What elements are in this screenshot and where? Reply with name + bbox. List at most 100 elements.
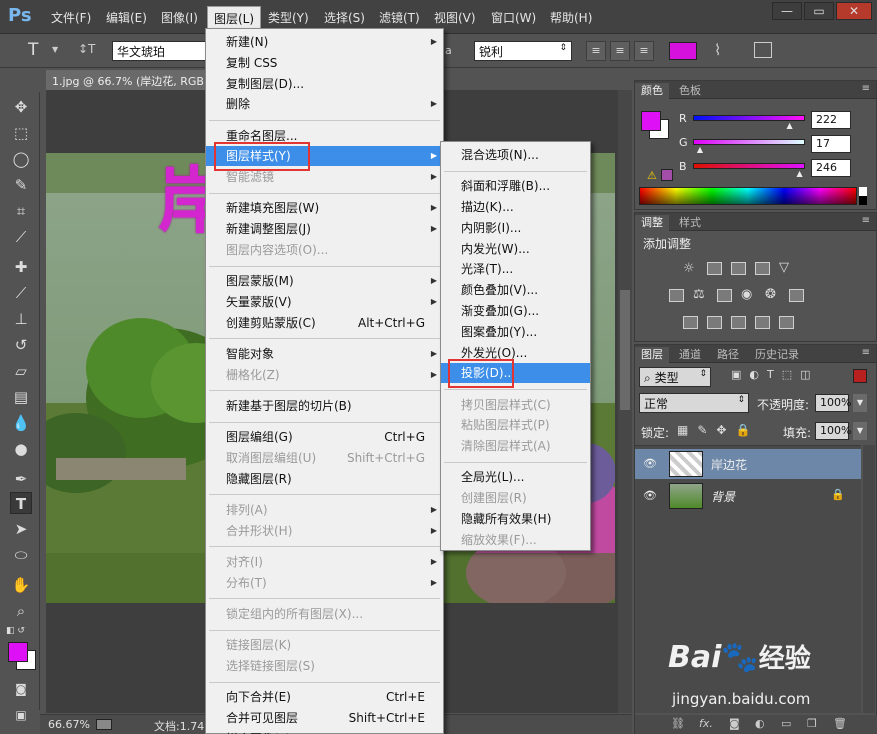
layer-name[interactable]: 背景 (711, 488, 735, 505)
foreground-color-swatch[interactable] (8, 642, 28, 662)
brightness-icon[interactable]: ☼ (683, 261, 695, 276)
document-tab[interactable]: 1.jpg @ 66.7% (岸边花, RGB (46, 70, 206, 90)
layer-menu-item[interactable]: 复制 CSS (206, 53, 443, 73)
style-submenu-item[interactable]: 内阴影(I)... (441, 218, 590, 238)
menu-file[interactable]: 文件(F) (51, 9, 91, 26)
eye-icon[interactable]: 👁 (643, 489, 657, 502)
adjustment-layer-icon[interactable]: ◐ (755, 717, 765, 730)
levels-icon[interactable] (707, 262, 722, 275)
stamp-tool-icon[interactable]: ⊥ (10, 308, 32, 330)
lasso-tool-icon[interactable]: ◯ (10, 148, 32, 170)
fg-color-chip[interactable] (641, 111, 661, 131)
threshold-icon[interactable] (731, 316, 746, 329)
warp-text-icon[interactable]: ⌇ (714, 41, 721, 59)
filter-toggle-icon[interactable] (853, 369, 867, 383)
type-tool-icon[interactable]: T (10, 492, 32, 514)
style-submenu-item[interactable]: 渐变叠加(G)... (441, 301, 590, 321)
color-lookup-icon[interactable] (789, 289, 804, 302)
layer-menu-item[interactable]: 复制图层(D)... (206, 74, 443, 94)
layer-menu-item[interactable]: 新建基于图层的切片(B) (206, 396, 443, 416)
panel-menu-icon[interactable]: ≡ (862, 215, 870, 226)
layer-menu-item[interactable]: 拼合图像(F) (206, 729, 443, 734)
style-submenu-item[interactable]: 图案叠加(Y)... (441, 322, 590, 342)
layer-menu-item[interactable]: 新建(N) ▶ (206, 32, 443, 52)
layer-menu-item[interactable]: 隐藏图层(R) (206, 469, 443, 489)
font-family-field[interactable]: 华文琥珀 (112, 41, 206, 61)
style-submenu-item[interactable]: 颜色叠加(V)... (441, 280, 590, 300)
tab-layers[interactable]: 图层 (635, 347, 669, 363)
opacity-dropdown-icon[interactable]: ▼ (853, 394, 867, 412)
layer-menu-item[interactable]: 图层蒙版(M) ▶ (206, 271, 443, 291)
add-mask-icon[interactable]: ◙ (729, 717, 740, 730)
tab-swatches[interactable]: 色板 (673, 83, 707, 99)
layer-menu-item[interactable]: 矢量蒙版(V) ▶ (206, 292, 443, 312)
black-swatch[interactable] (859, 196, 867, 205)
layer-menu-item[interactable]: 智能对象 ▶ (206, 344, 443, 364)
align-right-button[interactable]: ≡ (634, 41, 654, 61)
quick-mask-icon[interactable]: ◙ (10, 678, 32, 700)
menu-window[interactable]: 窗口(W) (491, 9, 536, 26)
style-submenu-item[interactable]: 光泽(T)... (441, 259, 590, 279)
gamut-color-chip[interactable] (661, 169, 673, 181)
tab-paths[interactable]: 路径 (711, 347, 745, 363)
color-spectrum[interactable] (639, 187, 857, 205)
status-info-icon[interactable] (96, 719, 112, 730)
hue-saturation-icon[interactable] (669, 289, 684, 302)
maximize-button[interactable]: ▭ (804, 2, 834, 20)
align-center-button[interactable]: ≡ (610, 41, 630, 61)
menu-layer[interactable]: 图层(L) (207, 6, 262, 28)
layer-row-text[interactable]: 👁 岸边花 (635, 449, 861, 479)
tab-history[interactable]: 历史记录 (749, 347, 805, 363)
tab-color[interactable]: 颜色 (635, 83, 669, 99)
posterize-icon[interactable] (707, 316, 722, 329)
vibrance-icon[interactable]: ▽ (779, 260, 789, 275)
tab-styles[interactable]: 样式 (673, 215, 707, 231)
layer-menu-item[interactable]: 新建调整图层(J) ▶ (206, 219, 443, 239)
new-layer-icon[interactable]: ❐ (807, 717, 817, 730)
default-colors-icon[interactable]: ◧ ↺ (6, 626, 25, 636)
eyedropper-tool-icon[interactable]: ⟋ (10, 226, 32, 248)
layer-name[interactable]: 岸边花 (711, 456, 747, 473)
gradient-tool-icon[interactable]: ▤ (10, 386, 32, 408)
curves-icon[interactable] (731, 262, 746, 275)
blend-mode-select[interactable]: 正常 ⇕ (639, 393, 749, 413)
zoom-level[interactable]: 66.67% (48, 718, 90, 731)
style-submenu-item[interactable]: 混合选项(N)... (441, 145, 590, 165)
warning-icon[interactable]: ⚠ (647, 169, 657, 182)
panel-menu-icon[interactable]: ≡ (862, 83, 870, 94)
color-balance-icon[interactable]: ⚖ (693, 287, 705, 302)
link-layers-icon[interactable]: ⛓ (671, 717, 685, 730)
slider-thumb[interactable]: ▲ (697, 145, 703, 154)
channel-slider[interactable] (693, 139, 805, 145)
menu-type[interactable]: 类型(Y) (268, 9, 309, 26)
layer-menu-item[interactable]: 删除 ▶ (206, 94, 443, 114)
vertical-scrollbar[interactable] (618, 90, 632, 713)
close-button[interactable]: ✕ (836, 2, 872, 20)
invert-icon[interactable] (683, 316, 698, 329)
text-orientation-icon[interactable]: ↕T (78, 42, 95, 56)
photo-filter-icon[interactable]: ◉ (741, 287, 752, 302)
layer-menu-item[interactable]: 合并可见图层 Shift+Ctrl+E (206, 708, 443, 728)
path-select-tool-icon[interactable]: ➤ (10, 518, 32, 540)
menu-select[interactable]: 选择(S) (324, 9, 365, 26)
style-submenu-item[interactable]: 内发光(W)... (441, 239, 590, 259)
minimize-button[interactable]: — (772, 2, 802, 20)
fill-dropdown-icon[interactable]: ▼ (853, 422, 867, 440)
blur-tool-icon[interactable]: 💧 (10, 412, 32, 434)
tab-channels[interactable]: 通道 (673, 347, 707, 363)
quick-select-tool-icon[interactable]: ✎ (10, 174, 32, 196)
panel-menu-icon[interactable]: ≡ (862, 347, 870, 358)
layer-menu-item[interactable]: 向下合并(E) Ctrl+E (206, 687, 443, 707)
brush-tool-icon[interactable]: ⟋ (10, 282, 32, 304)
hand-tool-icon[interactable]: ✋ (10, 574, 32, 596)
chevron-down-icon[interactable]: ▼ (52, 45, 58, 54)
channel-value-field[interactable]: 17 (811, 135, 851, 153)
layer-filter-select[interactable]: ⌕ 类型 ⇕ (639, 367, 711, 387)
marquee-tool-icon[interactable]: ⬚ (10, 122, 32, 144)
style-submenu-item[interactable]: 斜面和浮雕(B)... (441, 176, 590, 196)
ellipse-tool-icon[interactable]: ⬭ (10, 544, 32, 566)
style-submenu-item[interactable]: 隐藏所有效果(H) (441, 509, 590, 529)
style-submenu-item[interactable]: 描边(K)... (441, 197, 590, 217)
eraser-tool-icon[interactable]: ▱ (10, 360, 32, 382)
text-color-swatch[interactable] (669, 42, 697, 60)
